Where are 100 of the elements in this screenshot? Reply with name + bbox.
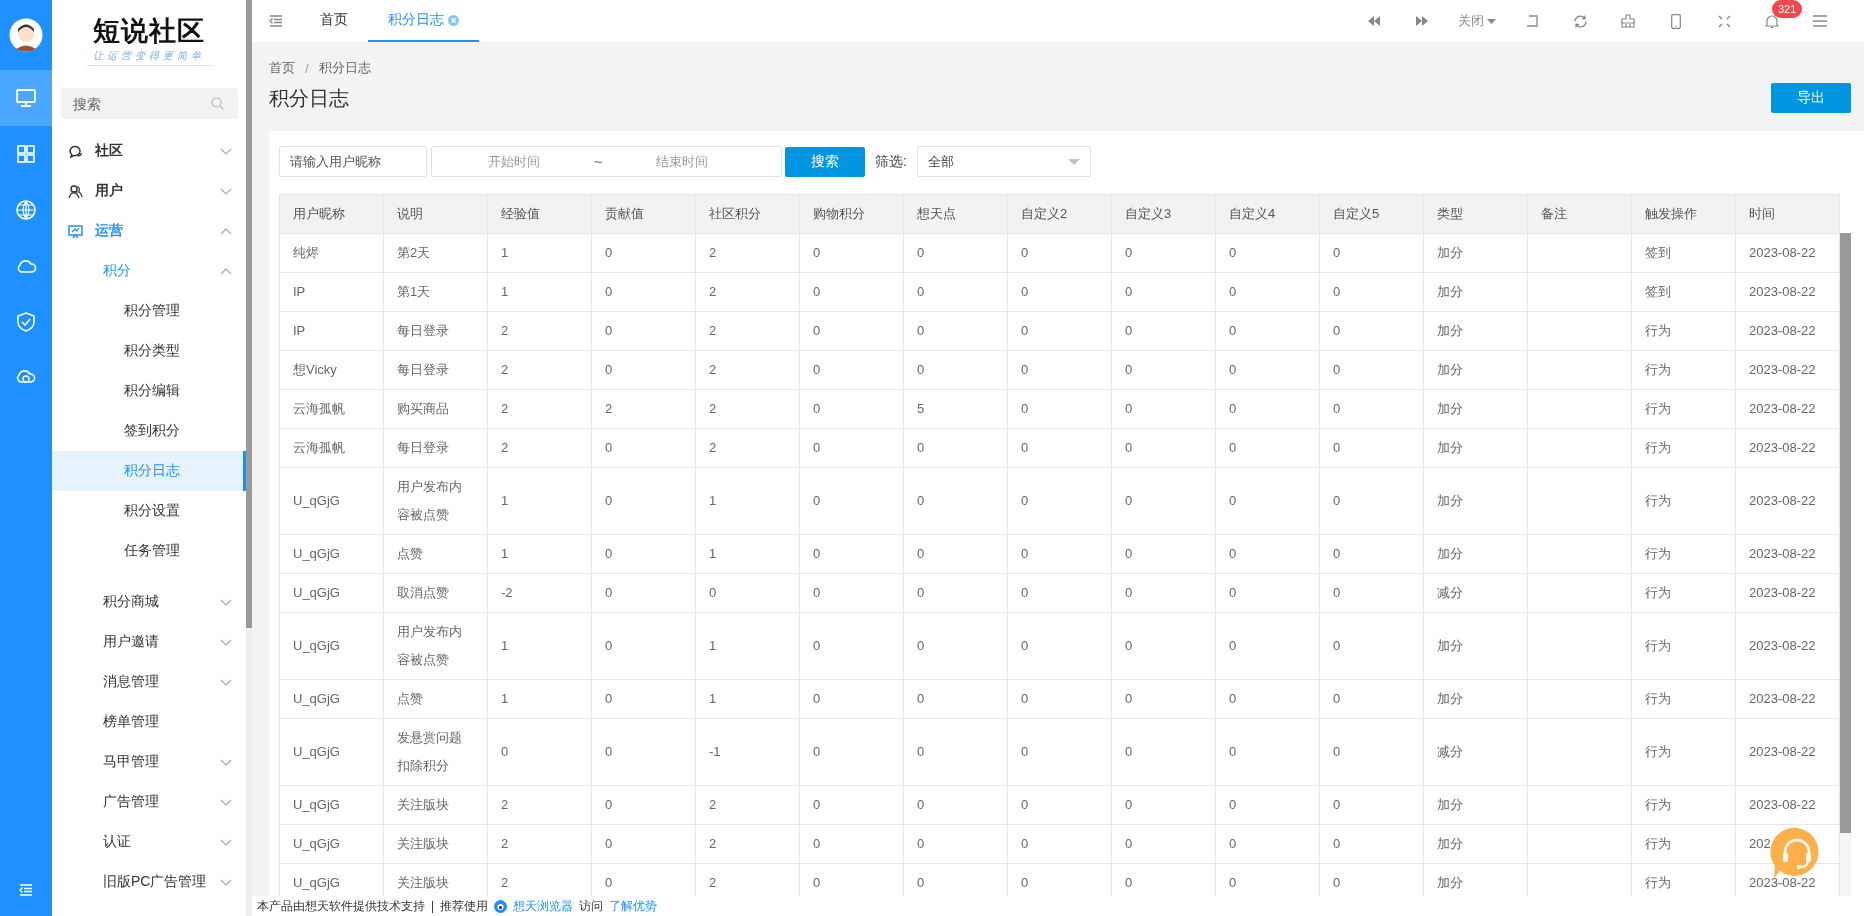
- menu-item[interactable]: 马甲管理: [52, 742, 246, 782]
- table-cell: 0: [1215, 389, 1320, 429]
- column-header: 贡献值: [591, 194, 696, 234]
- table-cell: 0: [799, 467, 904, 535]
- bell-icon[interactable]: [1765, 13, 1779, 29]
- table-cell: 0: [903, 272, 1008, 312]
- table-cell: 2: [487, 785, 592, 825]
- scrollbar-thumb[interactable]: [1840, 233, 1851, 833]
- table-cell: 0: [1111, 679, 1216, 719]
- presentation-chart-icon: [68, 223, 83, 239]
- table-cell: 云海孤帆: [279, 389, 384, 429]
- menu-item[interactable]: 积分管理: [52, 291, 246, 331]
- table-cell: 1: [487, 467, 592, 535]
- chevron-icon: [220, 638, 232, 646]
- notification-badge: 321: [1772, 0, 1803, 18]
- menu-item[interactable]: 广告管理: [52, 782, 246, 822]
- menu-item[interactable]: 旧版PC广告管理: [52, 862, 246, 902]
- table-cell: 0: [591, 233, 696, 273]
- menu-item[interactable]: 榜单管理: [52, 702, 246, 742]
- table-cell: 0: [1007, 389, 1112, 429]
- phone-icon[interactable]: [1671, 13, 1681, 29]
- menu-item[interactable]: 用户邀请: [52, 622, 246, 662]
- column-header: 时间: [1735, 194, 1840, 234]
- table-cell: 加分: [1423, 272, 1528, 312]
- table-cell: 想Vicky: [279, 350, 384, 390]
- table-cell: 0: [1111, 350, 1216, 390]
- search-field[interactable]: 搜索: [61, 88, 238, 119]
- table-cell: 0: [903, 824, 1008, 864]
- table-cell: 0: [1111, 534, 1216, 574]
- table-cell: 0: [1319, 467, 1424, 535]
- table-cell: 1: [695, 534, 800, 574]
- table-cell: 0: [799, 612, 904, 680]
- table-cell: 0: [1319, 679, 1424, 719]
- compress-icon[interactable]: [1717, 14, 1731, 28]
- table-cell: U_qGjG: [279, 785, 384, 825]
- table-cell: 0: [1319, 612, 1424, 680]
- chevron-icon: [220, 267, 232, 275]
- table-cell: 0: [1215, 311, 1320, 351]
- menu-fold-icon[interactable]: [269, 15, 283, 27]
- range-separator: ~: [594, 153, 603, 170]
- column-header: 想天点: [903, 194, 1008, 234]
- table-cell: 第2天: [383, 233, 488, 273]
- menu-item[interactable]: 积分类型: [52, 331, 246, 371]
- menu-item[interactable]: 消息管理: [52, 662, 246, 702]
- end-date-input[interactable]: 结束时间: [610, 153, 755, 170]
- table-cell: 0: [799, 785, 904, 825]
- tab[interactable]: 首页: [300, 0, 368, 42]
- table-cell: 0: [591, 534, 696, 574]
- menu-icon[interactable]: [1813, 15, 1827, 27]
- table-cell: 每日登录: [383, 311, 488, 351]
- start-date-input[interactable]: 开始时间: [442, 153, 586, 170]
- table-cell: 0: [1319, 573, 1424, 613]
- table-cell: 行为: [1631, 785, 1736, 825]
- table-cell: 0: [1111, 824, 1216, 864]
- table-cell: 加分: [1423, 679, 1528, 719]
- refresh-icon[interactable]: [1572, 13, 1588, 29]
- table-cell: 0: [1215, 272, 1320, 312]
- table-cell: 0: [1007, 573, 1112, 613]
- table-cell: 0: [1007, 718, 1112, 786]
- table-cell: 2023-08-22: [1735, 785, 1840, 825]
- table-cell: U_qGjG: [279, 573, 384, 613]
- close-dropdown[interactable]: 关闭: [1452, 12, 1502, 30]
- table-cell: 行为: [1631, 467, 1736, 535]
- search-input[interactable]: 搜索: [73, 95, 193, 112]
- table-cell: 行为: [1631, 311, 1736, 351]
- table-cell: 0: [903, 612, 1008, 680]
- nickname-field[interactable]: 请输入用户昵称: [279, 146, 427, 177]
- filter-select[interactable]: 全部: [916, 146, 1091, 177]
- table-cell: 0: [591, 612, 696, 680]
- fast-forward-icon[interactable]: [1416, 16, 1428, 26]
- table-cell: 加分: [1423, 467, 1528, 535]
- table-cell: 0: [799, 534, 904, 574]
- table-cell: 0: [1215, 233, 1320, 273]
- menu-item[interactable]: 签到积分: [52, 411, 246, 451]
- table-cell: 2: [695, 311, 800, 351]
- table-cell: 0: [903, 467, 1008, 535]
- search-icon: [211, 97, 224, 110]
- broom-icon[interactable]: [1621, 14, 1635, 28]
- table-cell: 2: [487, 428, 592, 468]
- menu-item[interactable]: 积分编辑: [52, 371, 246, 411]
- menu-item[interactable]: 认证: [52, 822, 246, 862]
- menu-item[interactable]: 积分设置: [52, 491, 246, 531]
- table-cell: 0: [591, 428, 696, 468]
- table-cell: 行为: [1631, 534, 1736, 574]
- menu-item[interactable]: 社区: [52, 131, 246, 171]
- table-cell: 0: [903, 428, 1008, 468]
- scrollbar-thumb[interactable]: [246, 0, 252, 628]
- table-cell: 0: [799, 428, 904, 468]
- return-icon[interactable]: [1526, 15, 1538, 27]
- table-cell: 0: [1319, 824, 1424, 864]
- menu-item[interactable]: 任务管理: [52, 531, 246, 571]
- table-cell: 1: [695, 612, 800, 680]
- close-icon[interactable]: [448, 14, 459, 26]
- date-range-field[interactable]: 开始时间 ~ 结束时间: [431, 146, 782, 177]
- breadcrumb-item[interactable]: 首页: [269, 59, 295, 77]
- menu-item[interactable]: 积分商城: [52, 582, 246, 622]
- table-cell: 加分: [1423, 311, 1528, 351]
- table-cell: 0: [903, 785, 1008, 825]
- rewind-icon[interactable]: [1368, 16, 1380, 26]
- menu-item[interactable]: 用户: [52, 171, 246, 211]
